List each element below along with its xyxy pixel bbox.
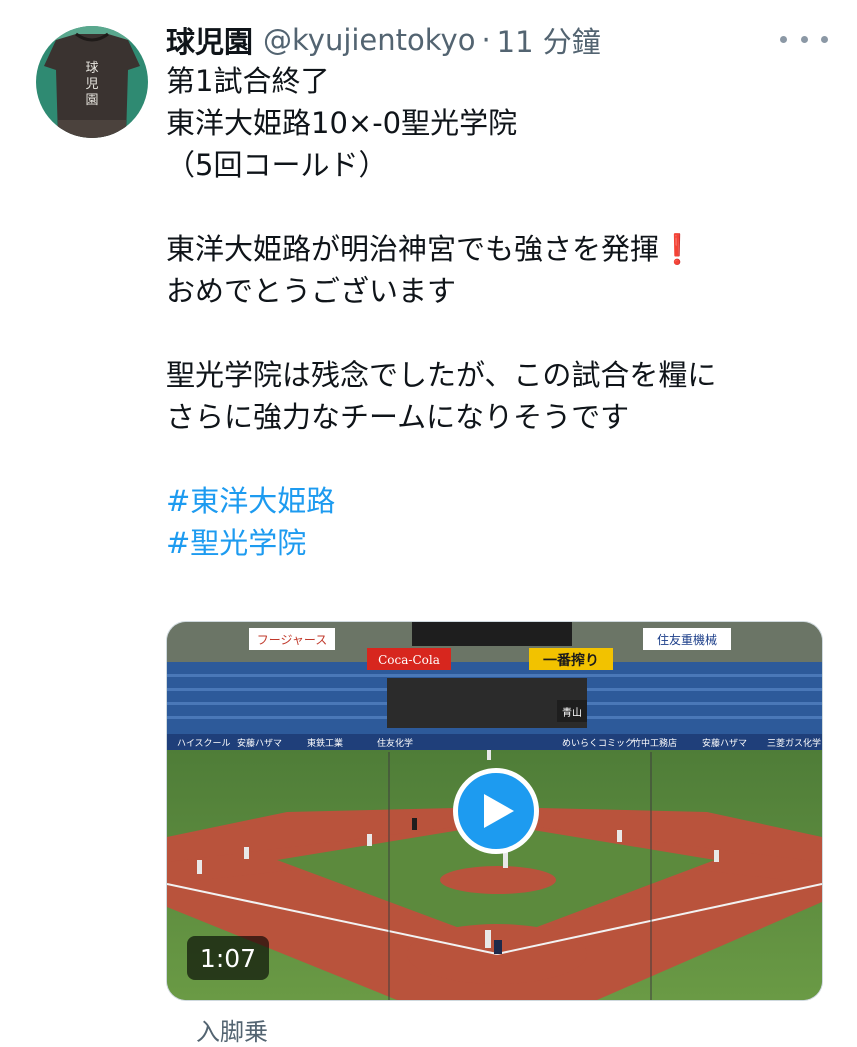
svg-text:住友化学: 住友化学 xyxy=(377,737,413,749)
svg-text:ハイスクール: ハイスクール xyxy=(177,738,231,749)
tweet-line-8: 聖光学院は残念でしたが、この試合を糧に xyxy=(166,358,717,392)
play-button[interactable] xyxy=(453,768,539,854)
avatar[interactable]: 球 児 園 xyxy=(36,26,148,138)
user-handle[interactable]: @kyujientokyo xyxy=(263,23,475,57)
svg-text:Coca-Cola: Coca-Cola xyxy=(378,653,440,667)
svg-text:一番搾り: 一番搾り xyxy=(543,652,599,669)
cut-off-text: 入脚乗 xyxy=(196,1018,268,1046)
tweet-line-10 xyxy=(166,438,826,480)
video-player[interactable]: フージャース Coca-Cola 一番搾り 住友重機械 青山 ハイスクール 安藤… xyxy=(166,621,823,1001)
svg-text:東鉄工業: 東鉄工業 xyxy=(307,737,343,749)
svg-text:園: 園 xyxy=(85,93,98,108)
svg-text:球: 球 xyxy=(85,61,98,76)
tweet-line-6: おめでとうございます xyxy=(166,274,457,308)
timestamp[interactable]: 11 分鐘 xyxy=(497,19,601,61)
tweet-line-5: 東洋大姫路が明治神宮でも強さを発揮❗ xyxy=(166,228,826,270)
avatar-image: 球 児 園 xyxy=(36,26,148,138)
tweet-line-2: 東洋大姫路10×-0聖光学院 xyxy=(166,106,518,140)
tweet-line-9: さらに強力なチームになりそうです xyxy=(166,400,630,434)
tweet-line-3: （5回コールド） xyxy=(166,148,388,182)
svg-text:三菱ガス化学: 三菱ガス化学 xyxy=(767,737,821,749)
exclamation-icon: ❗ xyxy=(659,232,696,266)
tweet-line-4 xyxy=(166,186,826,228)
svg-text:安藤ハザマ: 安藤ハザマ xyxy=(237,737,282,749)
video-duration: 1:07 xyxy=(187,936,269,980)
svg-text:めいらくコミック: めいらくコミック xyxy=(562,738,634,749)
svg-text:住友重機械: 住友重機械 xyxy=(657,632,717,647)
svg-text:安藤ハザマ: 安藤ハザマ xyxy=(702,737,747,749)
svg-text:竹中工務店: 竹中工務店 xyxy=(632,737,677,749)
separator-dot: · xyxy=(481,23,491,57)
tweet-text: 第1試合終了 東洋大姫路10×-0聖光学院 （5回コールド） 東洋大姫路が明治神… xyxy=(166,60,826,564)
hashtag-link-2[interactable]: #聖光学院 xyxy=(166,522,826,564)
play-icon xyxy=(484,794,514,828)
svg-text:青山: 青山 xyxy=(562,706,582,719)
tweet-header: 球児園 @kyujientokyo · 11 分鐘 xyxy=(166,20,601,60)
tweet-line-1: 第1試合終了 xyxy=(166,64,330,98)
tweet-line-5-text: 東洋大姫路が明治神宮でも強さを発揮 xyxy=(166,232,660,266)
svg-text:児: 児 xyxy=(85,77,98,92)
display-name[interactable]: 球児園 xyxy=(166,19,253,61)
tweet-line-7 xyxy=(166,312,826,354)
svg-text:フージャース: フージャース xyxy=(257,633,328,647)
hashtag-link-1[interactable]: #東洋大姫路 xyxy=(166,480,826,522)
more-icon[interactable] xyxy=(780,24,828,54)
